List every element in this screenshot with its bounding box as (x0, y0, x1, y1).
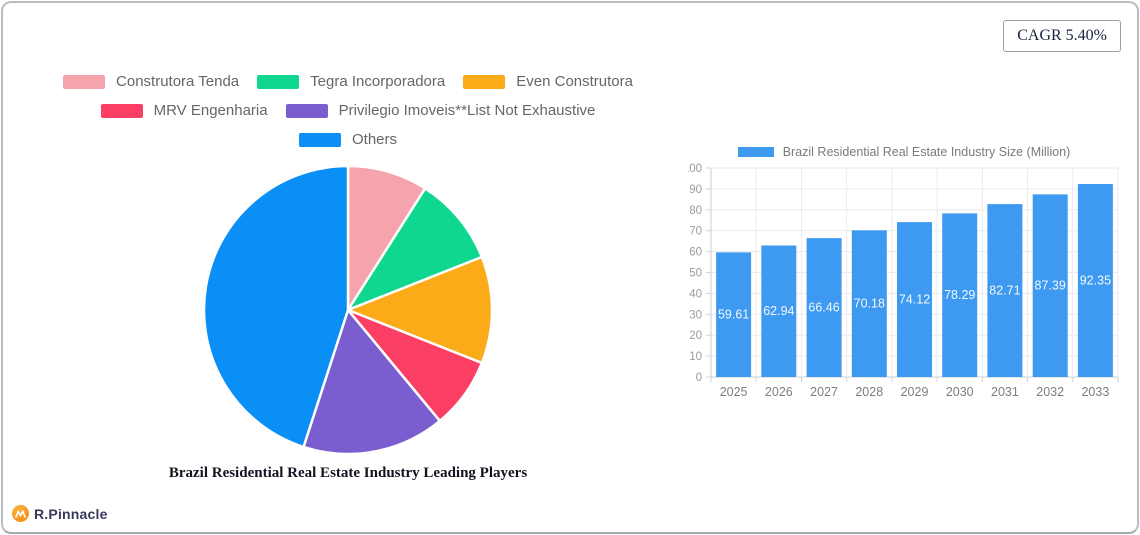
legend-label: Tegra Incorporadora (310, 73, 446, 90)
legend-item-construtora-tenda[interactable]: Construtora Tenda (63, 73, 239, 90)
y-tick-label: 70 (689, 226, 702, 238)
x-tick-label: 2028 (855, 385, 883, 399)
bar-legend-label: Brazil Residential Real Estate Industry … (782, 145, 1071, 159)
report-canvas: CAGR 5.40% Construtora Tenda Tegra Incorp… (0, 0, 1140, 535)
bar-chart: 010203040506070809010059.61202562.942026… (688, 163, 1119, 399)
pie-legend-row: MRV Engenharia Privilegio Imoveis**List N… (26, 102, 670, 119)
pie-chart (202, 164, 494, 456)
y-tick-label: 60 (689, 247, 702, 259)
pie-legend-row: Others (26, 131, 670, 148)
y-tick-label: 80 (689, 205, 702, 217)
legend-item-tegra-incorporadora[interactable]: Tegra Incorporadora (257, 73, 445, 90)
y-tick-label: 10 (689, 351, 702, 363)
cagr-badge: CAGR 5.40% (1003, 20, 1121, 52)
legend-label: Privilegio Imoveis**List Not Exhaustive (338, 102, 596, 119)
legend-item-others[interactable]: Others (298, 131, 397, 148)
x-tick-label: 2025 (720, 385, 748, 399)
bar-value-label: 70.18 (854, 297, 885, 311)
bar-value-label: 74.12 (899, 293, 930, 307)
x-tick-label: 2033 (1081, 385, 1109, 399)
bar-legend-swatch (737, 147, 774, 157)
x-tick-label: 2026 (765, 385, 793, 399)
x-tick-label: 2029 (901, 385, 929, 399)
legend-label: MRV Engenharia (153, 102, 268, 119)
legend-swatch (298, 132, 341, 147)
x-tick-label: 2030 (946, 385, 974, 399)
bar-value-label: 78.29 (944, 288, 975, 302)
y-tick-label: 100 (688, 163, 702, 175)
brand-logo-icon (12, 505, 29, 522)
legend-item-even-construtora[interactable]: Even Construtora (463, 73, 633, 90)
legend-item-mrv-engenharia[interactable]: MRV Engenharia (100, 102, 268, 119)
legend-label: Others (351, 131, 397, 148)
x-tick-label: 2027 (810, 385, 838, 399)
pie-title: Brazil Residential Real Estate Industry … (168, 465, 528, 481)
legend-swatch (100, 103, 143, 118)
legend-swatch (257, 74, 300, 89)
logo-wave-icon (15, 509, 26, 518)
pie-legend: Construtora Tenda Tegra Incorporadora Even… (26, 73, 670, 161)
legend-swatch (463, 74, 506, 89)
x-tick-label: 2032 (1036, 385, 1064, 399)
bar-value-label: 92.35 (1080, 274, 1111, 288)
brand-logo: R.Pinnacle (12, 505, 108, 522)
brand-name: R.Pinnacle (34, 505, 108, 522)
bar-value-label: 87.39 (1035, 279, 1066, 293)
bar-value-label: 62.94 (763, 304, 794, 318)
bar-legend-item[interactable]: Brazil Residential Real Estate Industry … (678, 145, 1130, 159)
y-tick-label: 20 (689, 330, 702, 342)
cagr-label: CAGR 5.40% (1017, 27, 1107, 44)
legend-label: Construtora Tenda (116, 73, 240, 90)
y-tick-label: 90 (689, 184, 702, 196)
pie-legend-row: Construtora Tenda Tegra Incorporadora Even… (26, 73, 670, 90)
y-tick-label: 30 (689, 309, 702, 321)
x-tick-label: 2031 (991, 385, 1019, 399)
legend-label: Even Construtora (516, 73, 633, 90)
bar-value-label: 66.46 (808, 301, 839, 315)
legend-swatch (63, 74, 106, 89)
bar-value-label: 82.71 (989, 284, 1020, 298)
legend-item-privilegio-imoveis-list-not-exhaustive[interactable]: Privilegio Imoveis**List Not Exhaustive (285, 102, 596, 119)
y-tick-label: 50 (689, 268, 702, 280)
y-tick-label: 0 (696, 372, 702, 384)
y-tick-label: 40 (689, 288, 702, 300)
bar-value-label: 59.61 (718, 308, 749, 322)
legend-swatch (285, 103, 328, 118)
